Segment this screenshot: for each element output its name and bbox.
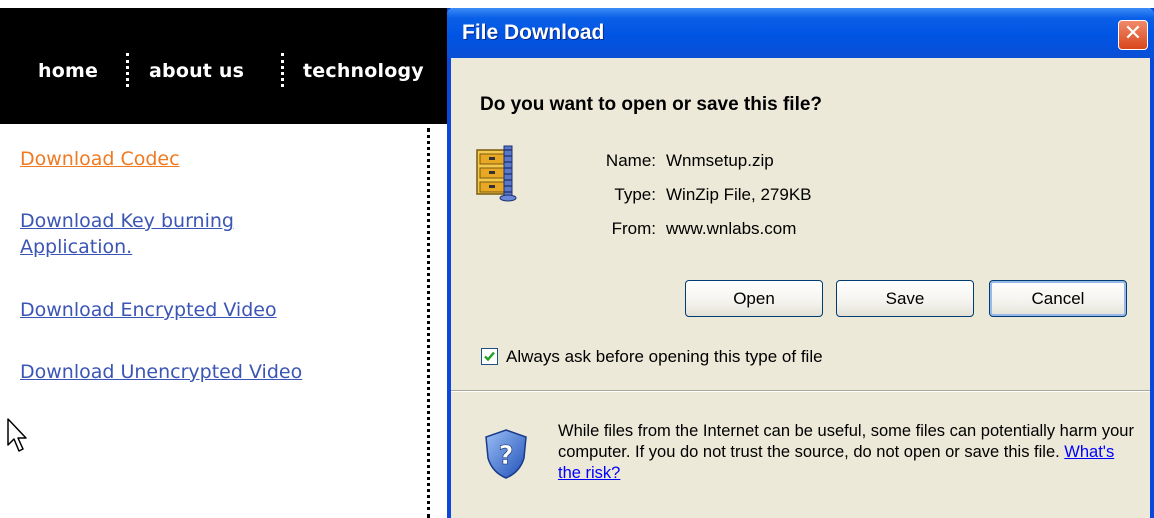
nav-about-us[interactable]: about us (149, 60, 244, 82)
always-ask-label[interactable]: Always ask before opening this type of f… (506, 347, 823, 367)
winzip-file-icon (476, 145, 517, 202)
dialog-title-bar[interactable]: File Download ✕ (447, 8, 1154, 58)
nav-separator (281, 53, 284, 87)
file-download-dialog: File Download ✕ Do you want to open or s… (447, 8, 1154, 518)
dialog-question: Do you want to open or save this file? (480, 94, 823, 115)
file-type-value: WinZip File, 279KB (666, 185, 812, 204)
download-key-burning-link[interactable]: Download Key burning Application. (20, 208, 320, 260)
name-label: Name: (605, 151, 656, 170)
content-divider (427, 128, 430, 518)
close-icon[interactable]: ✕ (1118, 20, 1148, 50)
download-unencrypted-video-link[interactable]: Download Unencrypted Video (20, 359, 302, 385)
mouse-pointer-icon (7, 418, 27, 452)
nav-separator (126, 53, 129, 87)
site-nav-bar: home about us technology (0, 8, 460, 124)
open-button[interactable]: Open (685, 280, 823, 317)
svg-text:?: ? (498, 441, 513, 471)
always-ask-checkbox[interactable] (481, 348, 498, 365)
file-source-value: www.wnlabs.com (666, 219, 797, 238)
security-shield-question-icon: ? (485, 429, 527, 479)
download-codec-link[interactable]: Download Codec (20, 146, 180, 172)
nav-technology[interactable]: technology (303, 60, 424, 82)
checkmark-icon (484, 351, 495, 362)
dialog-separator (451, 390, 1150, 392)
cancel-button[interactable]: Cancel (989, 280, 1127, 317)
type-label: Type: (614, 185, 656, 204)
from-label: From: (611, 219, 656, 238)
security-warning-text: While files from the Internet can be use… (558, 421, 1138, 484)
download-encrypted-video-link[interactable]: Download Encrypted Video (20, 297, 277, 323)
save-button[interactable]: Save (836, 280, 974, 317)
warning-message: While files from the Internet can be use… (558, 422, 1134, 461)
dialog-title: File Download (462, 21, 605, 44)
file-name-value: Wnmsetup.zip (666, 151, 774, 170)
nav-home[interactable]: home (38, 60, 98, 82)
